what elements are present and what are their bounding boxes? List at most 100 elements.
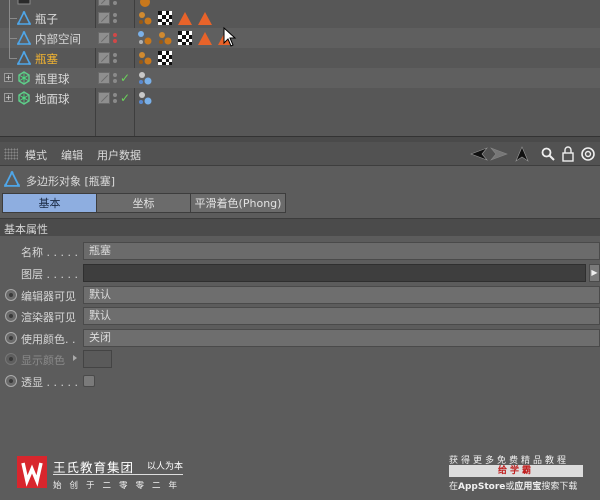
- editor-visibility-dot[interactable]: [113, 33, 117, 37]
- layer-icon[interactable]: [98, 0, 110, 6]
- animate-radio-icon[interactable]: [5, 332, 17, 344]
- render-visibility-dot[interactable]: [113, 99, 117, 103]
- property-label: 名称 . . . . .: [21, 246, 78, 259]
- animate-radio-icon[interactable]: [5, 310, 17, 322]
- object-row-active[interactable]: 瓶塞: [0, 48, 600, 68]
- visibility-toggles[interactable]: [98, 0, 134, 7]
- object-name[interactable]: 瓶子: [35, 11, 58, 27]
- panel-grip-icon[interactable]: [4, 148, 18, 160]
- object-name[interactable]: 地面球: [35, 91, 70, 107]
- property-label: 显示颜色: [21, 354, 65, 367]
- editor-visible-select[interactable]: 默认: [83, 286, 600, 304]
- material-tag-icon[interactable]: [137, 50, 153, 66]
- visibility-toggles[interactable]: [98, 31, 134, 45]
- animate-radio-icon: [5, 353, 17, 365]
- layer-icon[interactable]: [98, 52, 110, 64]
- display-color-swatch[interactable]: [83, 350, 112, 368]
- layer-icon[interactable]: [98, 92, 110, 104]
- phong-tag-icon[interactable]: [197, 10, 213, 26]
- layer-icon[interactable]: [98, 32, 110, 44]
- brand-logo: [17, 456, 47, 488]
- tab-coordinates[interactable]: 坐标: [96, 193, 191, 213]
- checker-material-tag-icon[interactable]: [177, 30, 193, 46]
- brand-divider: [53, 474, 183, 475]
- visibility-toggles[interactable]: [98, 51, 134, 65]
- tab-phong[interactable]: 平滑着色(Phong): [190, 193, 286, 213]
- new-manager-icon[interactable]: [580, 146, 596, 162]
- brand-tagline: 以人为本: [147, 462, 184, 472]
- material-tag-icon[interactable]: [137, 30, 153, 46]
- name-field[interactable]: 瓶塞: [83, 242, 600, 260]
- expand-toggle[interactable]: +: [4, 93, 13, 102]
- menu-edit[interactable]: 编辑: [61, 147, 83, 163]
- expand-arrow-icon[interactable]: [73, 355, 77, 361]
- object-name[interactable]: 瓶里球: [35, 71, 70, 87]
- render-visibility-dot[interactable]: [113, 1, 117, 5]
- render-visible-select[interactable]: 默认: [83, 307, 600, 325]
- checker-material-tag-icon[interactable]: [157, 50, 173, 66]
- search-icon[interactable]: [540, 146, 556, 162]
- material-tag-icon[interactable]: [137, 10, 153, 26]
- layer-icon[interactable]: [98, 12, 110, 24]
- polygon-object-icon: [3, 170, 21, 187]
- polygon-object-icon: [16, 50, 32, 65]
- object-manager: 瓶子 内部空间 瓶塞 + 瓶里球 ✓ + 地面球 ✓: [0, 0, 600, 136]
- menu-user-data[interactable]: 用户数据: [97, 147, 141, 163]
- enabled-check-icon[interactable]: ✓: [120, 91, 130, 105]
- editor-visibility-dot[interactable]: [113, 53, 117, 57]
- camera-icon: [17, 0, 31, 7]
- object-name[interactable]: 内部空间: [35, 31, 81, 47]
- section-header: 基本属性: [0, 218, 600, 236]
- animate-radio-icon[interactable]: [5, 289, 17, 301]
- expand-toggle[interactable]: +: [4, 73, 13, 82]
- forward-arrow-icon[interactable]: [490, 146, 508, 162]
- property-editor-visible: 编辑器可见 默认: [0, 285, 600, 305]
- menu-mode[interactable]: 模式: [25, 147, 47, 163]
- object-row[interactable]: 内部空间: [0, 28, 600, 48]
- phong-tag-icon[interactable]: [177, 10, 193, 26]
- visibility-toggles[interactable]: [98, 11, 134, 25]
- render-visibility-dot[interactable]: [113, 59, 117, 63]
- visibility-toggles[interactable]: ✓: [98, 91, 134, 105]
- enabled-check-icon[interactable]: ✓: [120, 71, 130, 85]
- attribute-title-bar: 多边形对象 [瓶塞]: [0, 167, 600, 191]
- layer-field[interactable]: [83, 264, 586, 282]
- brand-subtitle: 始创于二零零二年: [53, 481, 186, 491]
- render-visibility-dot[interactable]: [113, 79, 117, 83]
- property-use-color: 使用颜色. . 关闭: [0, 328, 600, 348]
- object-type-title: 多边形对象 [瓶塞]: [26, 175, 116, 188]
- promo-line-3: 在AppStore或应用宝搜索下载: [449, 482, 578, 492]
- property-label: 使用颜色. .: [21, 333, 76, 346]
- render-visibility-dot[interactable]: [113, 19, 117, 23]
- sphere-object-icon: [17, 71, 31, 85]
- property-name: 名称 . . . . . 瓶塞: [0, 241, 600, 261]
- phong-tag-icon[interactable]: [197, 30, 213, 46]
- tab-basic[interactable]: 基本: [2, 193, 97, 213]
- material-tag-icon[interactable]: [137, 0, 153, 8]
- attribute-manager-menubar: 模式 编辑 用户数据: [0, 142, 600, 166]
- editor-visibility-dot[interactable]: [113, 73, 117, 77]
- editor-visibility-dot[interactable]: [113, 93, 117, 97]
- animate-radio-icon[interactable]: [5, 375, 17, 387]
- layer-icon[interactable]: [98, 72, 110, 84]
- material-tag-icon[interactable]: [137, 90, 153, 106]
- property-xray: 透显 . . . . .: [0, 371, 600, 391]
- editor-visibility-dot[interactable]: [113, 13, 117, 17]
- property-display-color: 显示颜色: [0, 349, 600, 369]
- visibility-toggles[interactable]: ✓: [98, 71, 134, 85]
- use-color-select[interactable]: 关闭: [83, 329, 600, 347]
- material-tag-icon[interactable]: [157, 30, 173, 46]
- render-visibility-dot[interactable]: [113, 39, 117, 43]
- object-row[interactable]: 瓶子: [0, 8, 600, 28]
- object-row[interactable]: + 地面球 ✓: [0, 88, 600, 108]
- back-arrow-icon[interactable]: [470, 146, 488, 162]
- lock-icon[interactable]: [560, 146, 576, 162]
- checker-material-tag-icon[interactable]: [157, 10, 173, 26]
- layer-link-button[interactable]: ▶: [589, 264, 600, 282]
- xray-checkbox[interactable]: [83, 375, 95, 387]
- object-row[interactable]: + 瓶里球 ✓: [0, 68, 600, 88]
- material-tag-icon[interactable]: [137, 70, 153, 86]
- object-name[interactable]: 瓶塞: [35, 51, 58, 67]
- polygon-object-icon: [16, 30, 32, 45]
- up-arrow-icon[interactable]: [514, 146, 530, 162]
